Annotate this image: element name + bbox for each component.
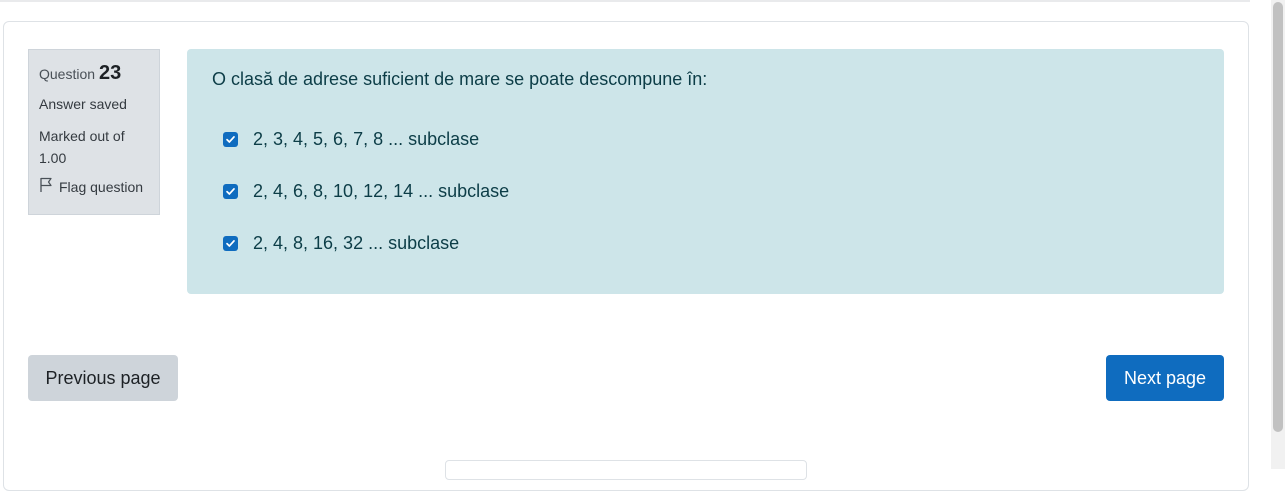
question-number: Question 23 <box>39 62 149 85</box>
answer-label[interactable]: 2, 4, 8, 16, 32 ... subclase <box>253 233 459 254</box>
answer-option[interactable]: 2, 4, 6, 8, 10, 12, 14 ... subclase <box>212 165 1199 217</box>
question-info-panel: Question 23 Answer saved Marked out of 1… <box>28 49 160 215</box>
answer-label[interactable]: 2, 3, 4, 5, 6, 7, 8 ... subclase <box>253 129 479 150</box>
answer-checkbox[interactable] <box>223 131 238 147</box>
checkmark-icon <box>226 239 235 247</box>
checkmark-icon <box>226 187 235 195</box>
quiz-navigation-box <box>445 460 807 480</box>
question-state: Answer saved <box>39 96 127 112</box>
question-number-value: 23 <box>99 62 122 84</box>
question-content: O clasă de adrese suficient de mare se p… <box>187 49 1224 294</box>
answer-label[interactable]: 2, 4, 6, 8, 10, 12, 14 ... subclase <box>253 181 509 202</box>
answer-checkbox[interactable] <box>223 183 238 199</box>
question-text: O clasă de adrese suficient de mare se p… <box>212 69 708 89</box>
page-scrollbar[interactable] <box>1271 0 1285 469</box>
question-label: Question <box>39 66 96 82</box>
answer-checkbox[interactable] <box>223 235 238 251</box>
top-divider <box>0 0 1250 2</box>
answer-option[interactable]: 2, 4, 8, 16, 32 ... subclase <box>212 217 1199 269</box>
answer-list: 2, 3, 4, 5, 6, 7, 8 ... subclase 2, 4, 6… <box>212 113 1199 269</box>
next-page-button[interactable]: Next page <box>1106 355 1224 401</box>
flag-question-label: Flag question <box>59 178 144 195</box>
checkmark-icon <box>226 135 235 143</box>
scrollbar-thumb[interactable] <box>1273 2 1283 432</box>
question-grade: Marked out of 1.00 <box>39 128 125 166</box>
previous-page-button[interactable]: Previous page <box>28 355 178 401</box>
flag-icon <box>39 177 53 196</box>
answer-option[interactable]: 2, 3, 4, 5, 6, 7, 8 ... subclase <box>212 113 1199 165</box>
flag-question-link[interactable]: Flag question <box>39 177 149 196</box>
